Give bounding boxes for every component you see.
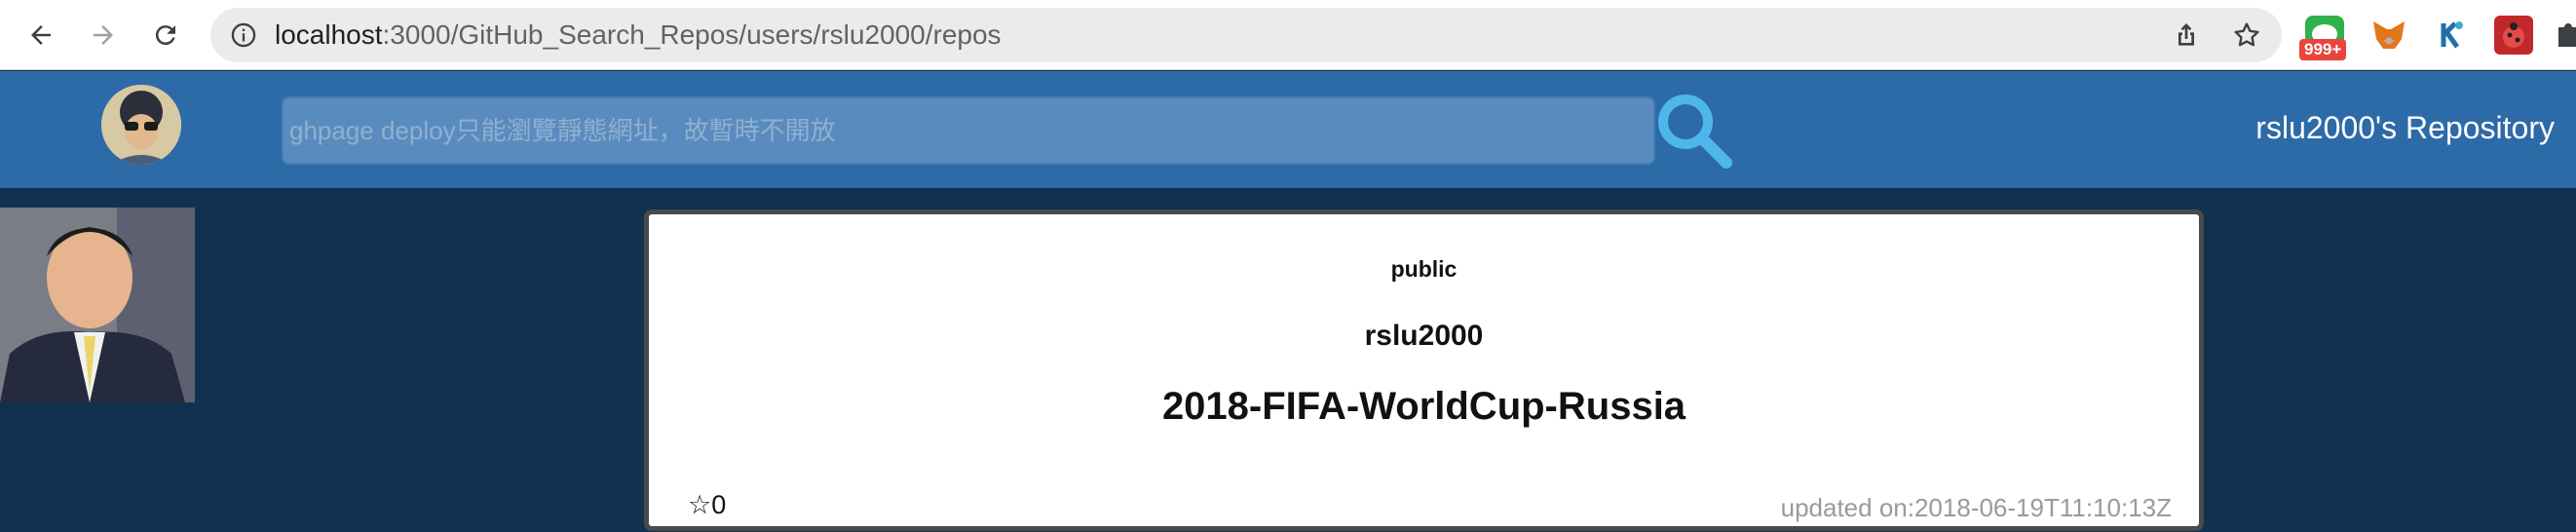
search-input[interactable]: [282, 96, 1655, 165]
repo-owner: rslu2000: [1364, 320, 1484, 352]
updated-timestamp: updated on:2018-06-19T11:10:13Z: [1780, 493, 2172, 522]
url-path: :3000/GitHub_Search_Repos/users/rslu2000…: [382, 19, 1002, 50]
star-count: ☆0: [688, 490, 727, 519]
url-host: localhost: [275, 19, 383, 50]
ladybug-extension-icon[interactable]: [2494, 16, 2533, 55]
page-title: rslu2000's Repository: [2255, 110, 2555, 145]
repo-name[interactable]: 2018-FIFA-WorldCup-Russia: [649, 385, 2199, 429]
site-info-icon[interactable]: [230, 21, 257, 49]
back-button[interactable]: [19, 14, 62, 57]
extensions-puzzle-icon[interactable]: [2555, 16, 2576, 55]
app-header: rslu2000's Repository: [0, 71, 2576, 188]
reload-icon: [155, 25, 175, 46]
header-avatar[interactable]: [101, 85, 181, 165]
extension-badge: 999+: [2299, 39, 2347, 60]
forward-button[interactable]: [82, 14, 125, 57]
repo-card[interactable]: public rslu2000 2018-FIFA-WorldCup-Russi…: [644, 209, 2204, 531]
reload-button[interactable]: [144, 14, 187, 57]
bookmark-star-icon[interactable]: [2231, 19, 2262, 51]
metamask-fox-icon[interactable]: [2369, 16, 2408, 55]
forward-arrow-icon: [94, 25, 113, 45]
address-bar[interactable]: localhost:3000/GitHub_Search_Repos/users…: [210, 8, 2282, 62]
extension-k-icon[interactable]: [2432, 16, 2471, 55]
url-text[interactable]: localhost:3000/GitHub_Search_Repos/users…: [275, 8, 1002, 62]
profile-photo: [0, 208, 195, 402]
share-icon[interactable]: [2171, 19, 2202, 51]
visibility-label: public: [1390, 256, 1458, 282]
back-arrow-icon: [31, 25, 51, 45]
browser-toolbar: localhost:3000/GitHub_Search_Repos/users…: [0, 0, 2576, 70]
search-icon: [1658, 95, 1732, 169]
search-button[interactable]: [1652, 89, 1736, 172]
